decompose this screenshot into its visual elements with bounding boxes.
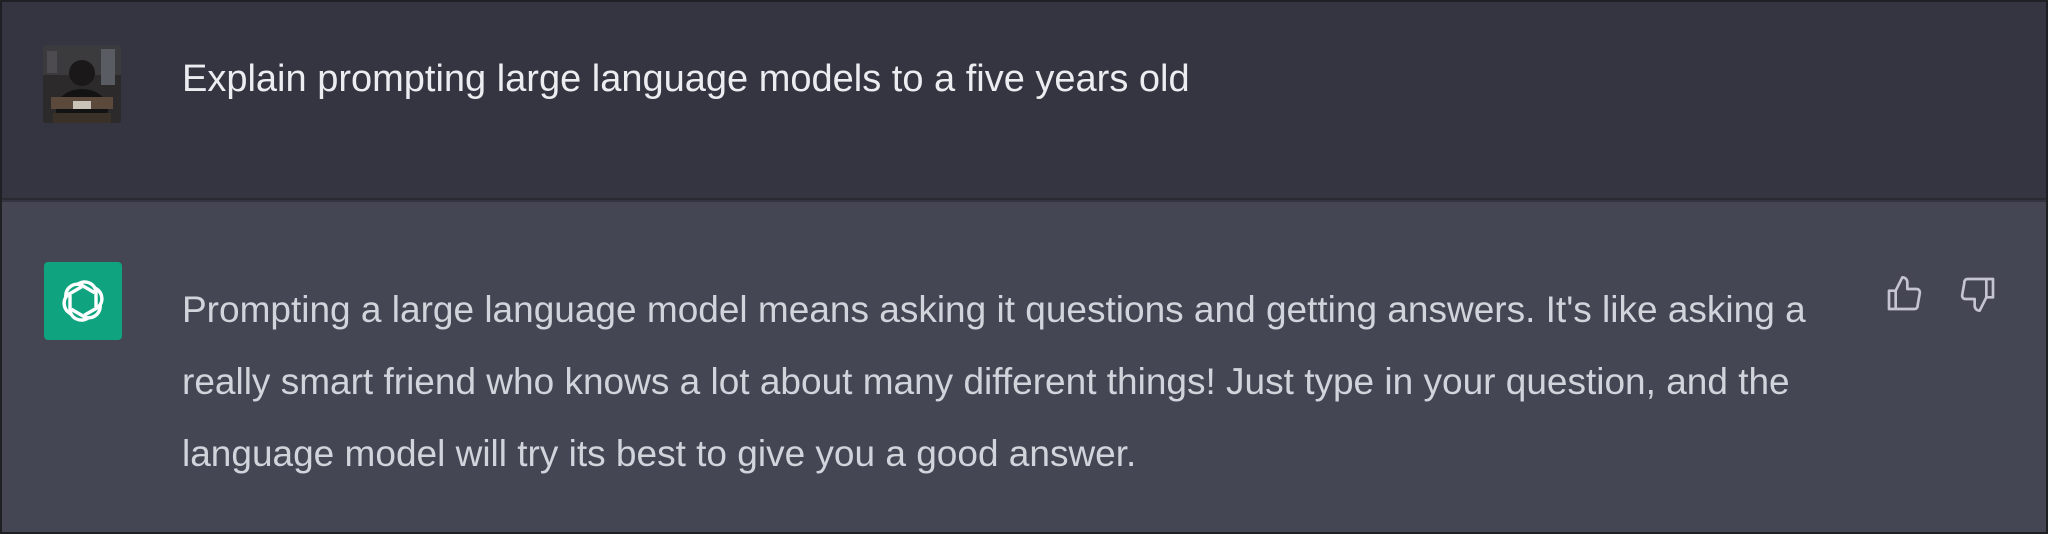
feedback-actions — [1882, 272, 2000, 316]
user-avatar — [43, 45, 121, 123]
assistant-response-text: Prompting a large language model means a… — [182, 289, 1806, 474]
thumbs-up-icon — [1887, 276, 1922, 311]
user-prompt-text: Explain prompting large language models … — [182, 58, 1190, 100]
chat-window: Explain prompting large language models … — [0, 0, 2048, 534]
thumbs-up-button[interactable] — [1882, 272, 1926, 316]
thumbs-down-button[interactable] — [1956, 272, 2000, 316]
assistant-message: Prompting a large language model means a… — [2, 202, 2046, 532]
thumbs-down-icon — [1960, 277, 1995, 312]
user-message: Explain prompting large language models … — [2, 2, 2046, 200]
assistant-avatar — [44, 262, 122, 340]
openai-logo-icon — [62, 280, 104, 322]
user-photo-avatar — [43, 45, 121, 123]
